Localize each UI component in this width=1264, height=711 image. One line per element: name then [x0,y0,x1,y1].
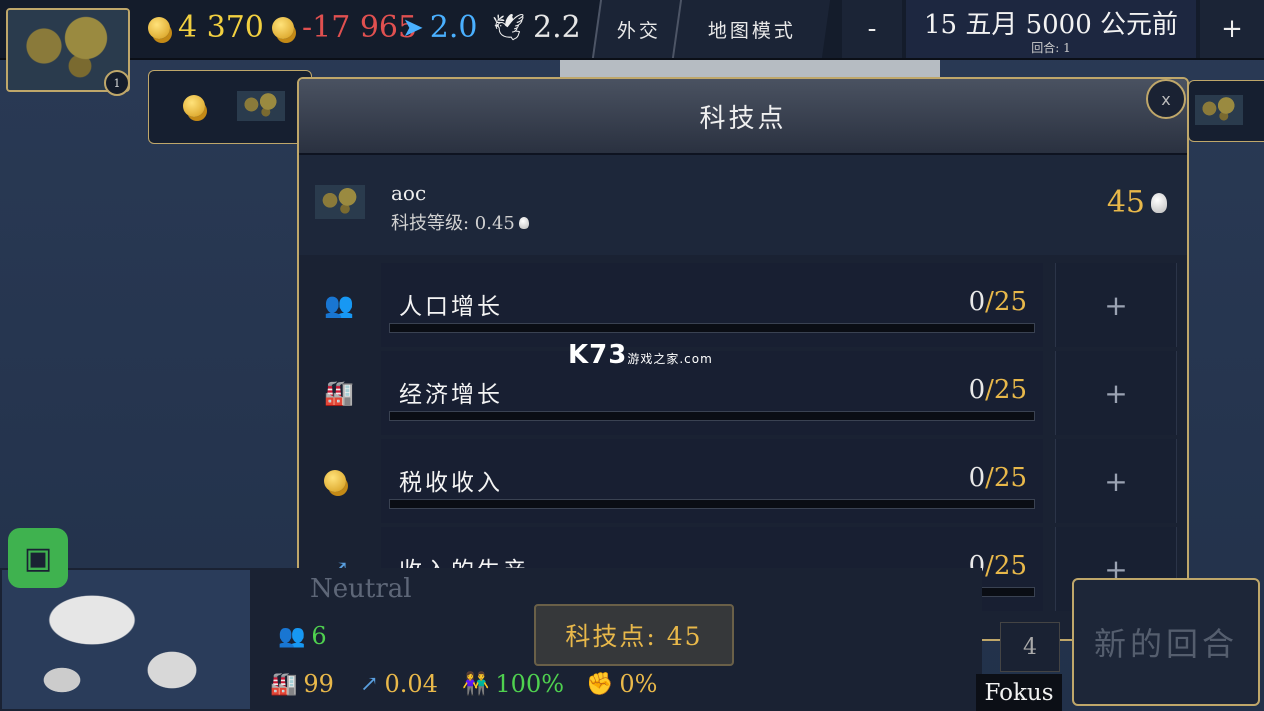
coins-down-icon [272,16,294,39]
robot-assistant-icon[interactable]: ▣ [8,528,68,588]
tech-progress-bar [389,499,1035,509]
tech-card: 人口增长 0/25 [381,263,1043,347]
add-tax-button[interactable]: + [1055,439,1177,523]
country-name: aoc [391,181,427,205]
factories-stat: 🏭 99 [270,670,334,698]
tech-progress-value: 0/25 [968,287,1027,317]
tech-progress-value: 0/25 [968,375,1027,405]
peace-value: 2.2 [533,10,581,45]
counter-box[interactable]: 4 [1000,622,1060,672]
dialog-title: 科技点 [299,79,1187,155]
turn-text: 回合: 1 [1031,41,1071,55]
tech-row-economy: 🏭 经济增长 0/25 + [299,351,1187,435]
country-flag-icon [315,185,365,219]
gold-value: 4 370 [178,10,264,45]
coins-icon[interactable] [183,95,205,117]
zoom-in-button[interactable]: + [1200,0,1264,58]
add-population-button[interactable]: + [1055,263,1177,347]
tech-points-button[interactable]: 科技点: 45 [534,604,734,666]
tech-progress-bar [389,323,1035,333]
notification-badge[interactable]: 1 [104,70,130,96]
available-tech-points: 45 [1107,185,1167,220]
tech-label: 人口增长 [399,294,503,320]
tech-label: 经济增长 [399,382,503,408]
world-flag-icon[interactable] [237,91,285,121]
dove-icon: 🕊 [492,12,526,43]
unrest-stat: ✊ 0% [586,670,658,698]
coins-icon [148,16,170,39]
date-text: 15 五月 5000 公元前 [923,10,1179,40]
tech-label: 税收收入 [399,470,503,496]
population-icon: 👥 [324,291,354,319]
neutral-label: Neutral [310,574,412,604]
close-button[interactable]: x [1146,79,1186,119]
zoom-out-button[interactable]: - [842,0,902,58]
add-economy-button[interactable]: + [1055,351,1177,435]
factory-icon: 🏭 [270,671,298,697]
factory-icon: 🏭 [324,379,354,407]
tech-card: 税收收入 0/25 [381,439,1043,523]
peace-resource[interactable]: 🕊 2.2 [492,10,581,45]
income-value: -17 965 [302,10,418,45]
income-resource[interactable]: -17 965 [272,10,417,45]
people-icon: 👫 [462,671,490,697]
speed-resource[interactable]: ➤ 2.0 [402,10,478,45]
lightbulb-icon [518,217,529,229]
approval-stat: 👫 100% [462,670,565,698]
right-side-tab[interactable] [1188,80,1264,142]
fist-icon: ✊ [586,671,614,697]
world-flag-icon [1195,95,1243,125]
minimap[interactable] [0,568,252,711]
speed-value: 2.0 [429,10,478,45]
coins-icon [299,439,379,523]
focus-button[interactable]: Fokus [976,674,1062,711]
quick-panel [148,70,312,144]
lightbulb-icon [1151,192,1167,213]
gold-resource[interactable]: 4 370 [148,10,264,45]
trend-up-icon: ↗ [360,671,379,697]
growth-stat: ↗ 0.04 [360,670,438,698]
date-display: 15 五月 5000 公元前 回合: 1 [906,0,1196,58]
plane-icon: ➤ [402,12,424,43]
watermark: K73游戏之家.com [568,340,713,370]
new-turn-button[interactable]: 新的回合 [1072,578,1260,706]
population-icon: 👥 [278,623,306,649]
tech-progress-value: 0/25 [968,463,1027,493]
tech-progress-bar [389,411,1035,421]
tech-row-tax: 税收收入 0/25 + [299,439,1187,523]
diplomacy-button[interactable]: 外交 [591,0,685,58]
tech-row-population: 👥 人口增长 0/25 + [299,263,1187,347]
country-summary: aoc 科技等级: 0.45 45 [299,155,1187,255]
map-mode-button[interactable]: 地图模式 [671,0,831,58]
tech-level: 科技等级: 0.45 [391,209,529,235]
tech-points-dialog: 科技点 aoc 科技等级: 0.45 45 👥 人口增长 0/25 + 🏭 经济… [297,77,1189,641]
population-stat: 👥 6 [278,622,327,650]
